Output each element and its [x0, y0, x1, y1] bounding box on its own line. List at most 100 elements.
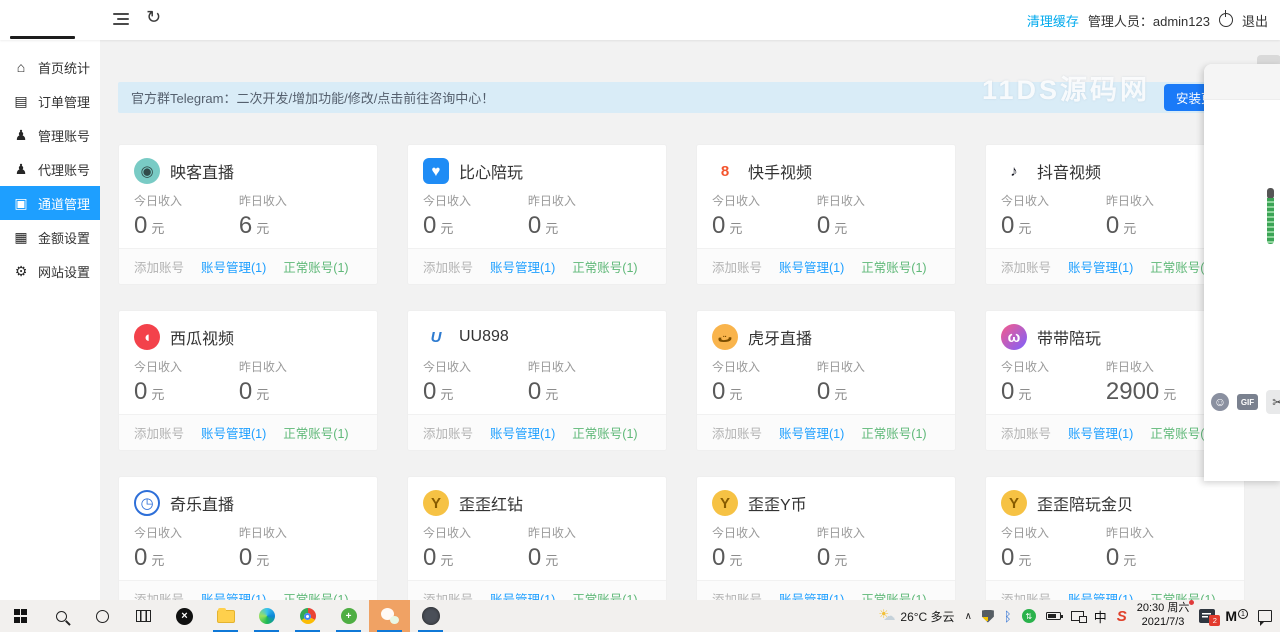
chrome-browser-button[interactable]: [287, 600, 328, 632]
clock-time: 20:30 周六: [1136, 602, 1190, 615]
add-account-link[interactable]: 添加账号: [423, 589, 473, 600]
ime-mode-button[interactable]: M 1: [1225, 609, 1248, 623]
taskbar-search-button[interactable]: [41, 600, 82, 632]
power-icon[interactable]: [1218, 10, 1233, 27]
mail-tray-button[interactable]: 2: [1199, 609, 1221, 626]
pinwheel-app-button[interactable]: ×: [164, 600, 205, 632]
collapse-menu-icon[interactable]: [113, 13, 129, 26]
hidden-icons-chevron[interactable]: ∧: [965, 611, 972, 622]
account-manage-link[interactable]: 账号管理(1): [490, 423, 555, 442]
wechat-icon: [380, 608, 399, 624]
channel-title: 抖音视频: [1037, 165, 1102, 182]
start-button[interactable]: [0, 600, 41, 632]
windows-taskbar: × + ☀ ☁ 26°C 多云 ∧ ᛒ ⇅ 中 S 20:30 周六 2021/7…: [0, 600, 1280, 632]
action-center-icon[interactable]: [1258, 610, 1272, 626]
sidebar-item-label: 订单管理: [38, 94, 91, 110]
account-manage-link[interactable]: 账号管理(1): [1068, 423, 1133, 442]
sidebar-item[interactable]: ▦ 金额设置: [0, 220, 100, 254]
account-manage-link[interactable]: 账号管理(1): [201, 423, 266, 442]
add-account-link[interactable]: 添加账号: [1001, 423, 1051, 442]
windows-logo-icon: [13, 609, 28, 623]
emoji-icon[interactable]: ☺: [1211, 393, 1229, 411]
avatar-app-button[interactable]: [410, 600, 451, 632]
add-account-link[interactable]: 添加账号: [423, 423, 473, 442]
account-manage-link[interactable]: 账号管理(1): [201, 257, 266, 276]
clock-date: 2021/7/3: [1141, 616, 1185, 628]
sidebar-item[interactable]: ♟ 管理账号: [0, 118, 100, 152]
normal-account-link[interactable]: 正常账号(1): [861, 589, 926, 600]
normal-account-link[interactable]: 正常账号(1): [572, 423, 637, 442]
green-app-button[interactable]: +: [328, 600, 369, 632]
account-manage-link[interactable]: 账号管理(1): [779, 423, 844, 442]
sidebar-item[interactable]: ▤ 订单管理: [0, 84, 100, 118]
sidebar-item-label: 网站设置: [38, 264, 91, 280]
today-income-label: 今日收入: [134, 360, 183, 374]
account-manage-link[interactable]: 账号管理(1): [1068, 589, 1133, 600]
normal-account-link[interactable]: 正常账号(1): [861, 423, 926, 442]
normal-account-link[interactable]: 正常账号(1): [283, 589, 348, 600]
yesterday-income-label: 昨日收入: [238, 194, 287, 208]
notice-banner[interactable]: 官方群Telegram：二次开发/增加功能/修改/点击前往咨询中心！: [118, 82, 1245, 113]
gif-icon[interactable]: GIF: [1237, 394, 1258, 410]
sync-tray-icon[interactable]: ⇅: [1021, 609, 1036, 623]
normal-account-link[interactable]: 正常账号(1): [572, 589, 637, 600]
yesterday-income-label: 昨日收入: [527, 194, 576, 208]
account-manage-link[interactable]: 账号管理(1): [490, 257, 555, 276]
normal-account-link[interactable]: 正常账号(1): [283, 257, 348, 276]
add-account-link[interactable]: 添加账号: [134, 423, 184, 442]
add-account-link[interactable]: 添加账号: [134, 589, 184, 600]
account-manage-link[interactable]: 账号管理(1): [1068, 257, 1133, 276]
edge-browser-button[interactable]: [246, 600, 287, 632]
clear-cache-link[interactable]: 清理缓存: [1027, 11, 1079, 30]
bluetooth-icon[interactable]: ᛒ: [1004, 609, 1012, 624]
yesterday-income-label: 昨日收入: [527, 360, 576, 374]
sidebar-item[interactable]: ⚙ 网站设置: [0, 254, 100, 288]
channel-icon: ◉: [134, 158, 160, 184]
add-account-link[interactable]: 添加账号: [712, 589, 762, 600]
logout-link[interactable]: 退出: [1242, 11, 1268, 30]
yesterday-income-value: 2900: [1105, 378, 1160, 405]
task-view-button[interactable]: [123, 600, 164, 632]
wechat-button[interactable]: [369, 600, 410, 632]
sidebar-item[interactable]: ▣ 通道管理: [0, 186, 100, 220]
screenshot-scissors-icon[interactable]: ✂: [1266, 390, 1280, 414]
add-account-link[interactable]: 添加账号: [1001, 589, 1051, 600]
sogou-input-icon[interactable]: S: [1117, 608, 1127, 625]
security-shield-icon[interactable]: [981, 609, 994, 623]
add-account-link[interactable]: 添加账号: [423, 257, 473, 276]
weather-widget[interactable]: ☀ ☁ 26°C 多云: [878, 607, 954, 625]
sidebar-item-label: 金额设置: [38, 230, 91, 246]
normal-account-link[interactable]: 正常账号(1): [283, 423, 348, 442]
sidebar-item-label: 代理账号: [38, 162, 91, 178]
account-manage-link[interactable]: 账号管理(1): [779, 257, 844, 276]
normal-account-link[interactable]: 正常账号(1): [861, 257, 926, 276]
add-account-link[interactable]: 添加账号: [712, 257, 762, 276]
ime-indicator[interactable]: 中: [1094, 607, 1107, 626]
income-unit: 元: [545, 387, 559, 402]
add-account-link[interactable]: 添加账号: [134, 257, 184, 276]
ime-mode-m: M: [1225, 608, 1237, 624]
taskbar-clock[interactable]: 20:30 周六 2021/7/3: [1136, 600, 1194, 630]
today-income-value: 0: [1001, 378, 1015, 405]
cortana-button[interactable]: [82, 600, 123, 632]
yesterday-income-value: 0: [816, 544, 831, 571]
account-manage-link[interactable]: 账号管理(1): [490, 589, 555, 600]
file-explorer-button[interactable]: [205, 600, 246, 632]
account-manage-link[interactable]: 账号管理(1): [779, 589, 844, 600]
network-icon[interactable]: [1070, 611, 1087, 623]
normal-account-link[interactable]: 正常账号(1): [572, 257, 637, 276]
refresh-icon[interactable]: ↻: [146, 7, 161, 28]
normal-account-link[interactable]: 正常账号(1): [1150, 589, 1215, 600]
sidebar-item[interactable]: ♟ 代理账号: [0, 152, 100, 186]
income-unit: 元: [151, 387, 165, 402]
today-income-label: 今日收入: [1001, 194, 1050, 208]
yesterday-income-value: 0: [527, 544, 542, 571]
battery-icon[interactable]: [1045, 612, 1063, 620]
add-account-link[interactable]: 添加账号: [1001, 257, 1051, 276]
channel-icon: ت: [712, 324, 738, 350]
scrollbar-thumb[interactable]: [1267, 198, 1274, 244]
sidebar-item[interactable]: ⌂ 首页统计: [0, 50, 100, 84]
today-income-label: 今日收入: [1001, 526, 1050, 540]
account-manage-link[interactable]: 账号管理(1): [201, 589, 266, 600]
add-account-link[interactable]: 添加账号: [712, 423, 762, 442]
